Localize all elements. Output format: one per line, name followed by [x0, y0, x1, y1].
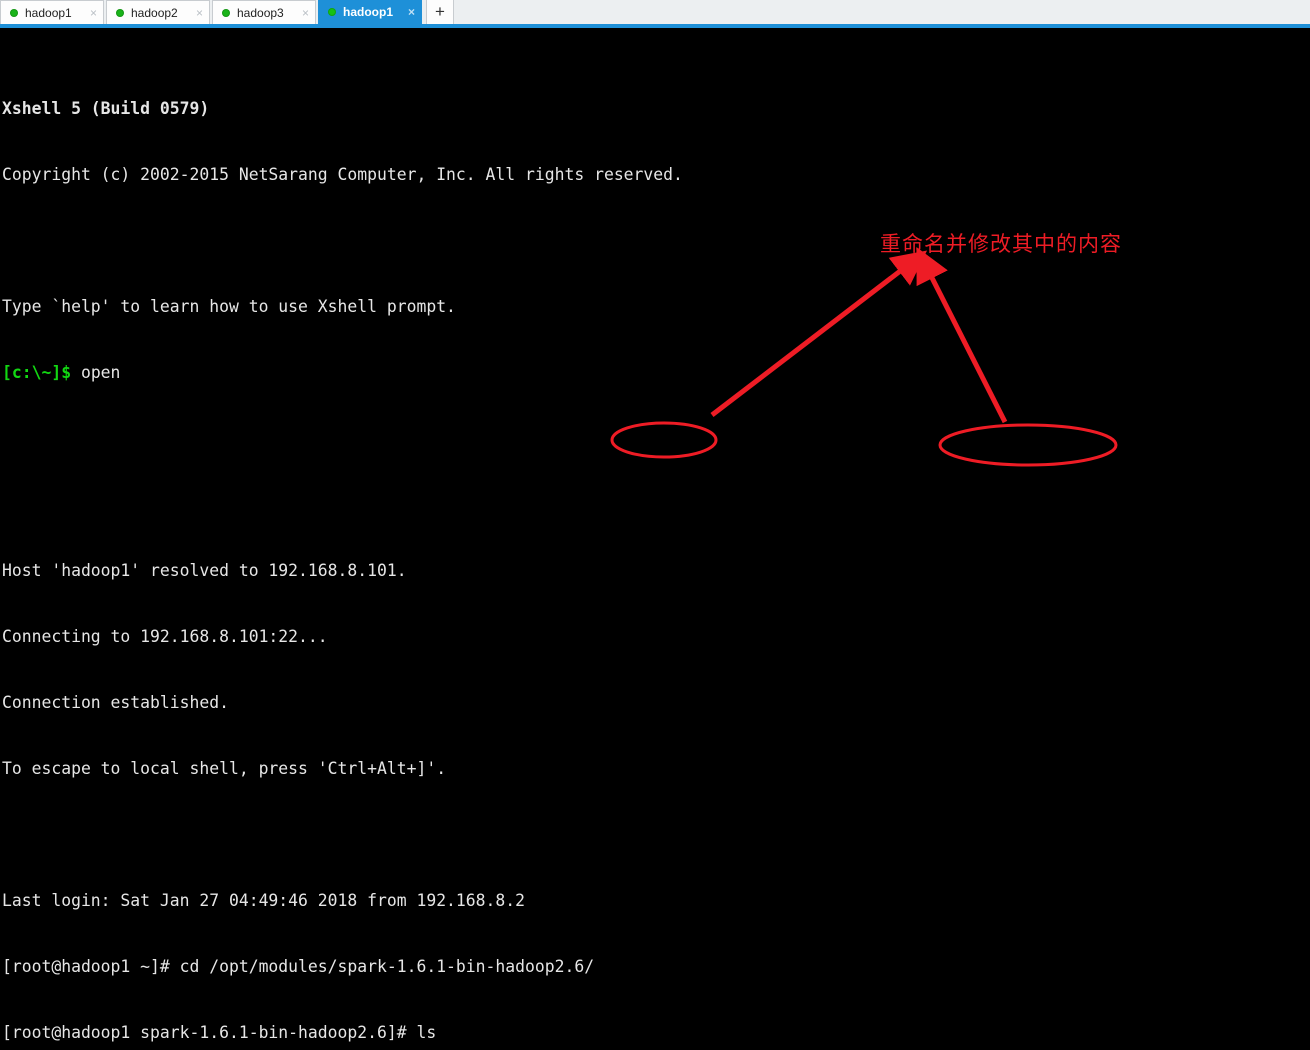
tab-label: hadoop2	[131, 5, 178, 20]
terminal-output[interactable]: Xshell 5 (Build 0579) Copyright (c) 2002…	[0, 28, 1310, 1042]
local-command: open	[71, 363, 121, 382]
tab-hadoop2[interactable]: hadoop2 ×	[106, 0, 210, 24]
terminal-line-escape-hint: To escape to local shell, press 'Ctrl+Al…	[2, 759, 447, 778]
tab-label: hadoop1	[343, 4, 393, 19]
terminal-line-banner: Xshell 5 (Build 0579)	[2, 99, 210, 118]
close-icon[interactable]: ×	[90, 7, 97, 19]
connection-status-dot-icon	[10, 8, 18, 17]
connection-status-dot-icon	[116, 8, 124, 17]
terminal-line-local-prompt: [c:\~]$ open	[2, 362, 1310, 384]
shell-command: ls	[416, 1023, 437, 1042]
tab-hadoop1-1[interactable]: hadoop1 ×	[0, 0, 104, 24]
close-icon[interactable]: ×	[196, 7, 203, 19]
terminal-line-cd-spark: [root@hadoop1 ~]# cd /opt/modules/spark-…	[2, 956, 1310, 978]
connection-status-dot-icon	[328, 7, 336, 16]
new-tab-button[interactable]: +	[426, 0, 454, 24]
terminal-line-copyright: Copyright (c) 2002-2015 NetSarang Comput…	[2, 165, 683, 184]
terminal-line-help-hint: Type `help' to learn how to use Xshell p…	[2, 297, 456, 316]
annotation-note-text: 重命名并修改其中的内容	[880, 232, 1122, 256]
close-icon[interactable]: ×	[302, 7, 309, 19]
terminal-line-connection-established: Connection established.	[2, 693, 229, 712]
connection-status-dot-icon	[222, 8, 230, 17]
shell-prompt: [root@hadoop1 ~]#	[2, 957, 180, 976]
terminal-line-last-login: Last login: Sat Jan 27 04:49:46 2018 fro…	[2, 891, 526, 910]
tab-hadoop1-2-active[interactable]: hadoop1 ×	[318, 0, 422, 24]
tab-label: hadoop3	[237, 5, 284, 20]
close-icon[interactable]: ×	[408, 6, 415, 18]
tab-label: hadoop1	[25, 5, 72, 20]
tab-bar: hadoop1 × hadoop2 × hadoop3 × hadoop1 × …	[0, 0, 1310, 28]
tab-hadoop3[interactable]: hadoop3 ×	[212, 0, 316, 24]
local-prompt: [c:\~]$	[2, 363, 72, 382]
terminal-line-ls-spark: [root@hadoop1 spark-1.6.1-bin-hadoop2.6]…	[2, 1022, 1310, 1044]
terminal-line-connecting: Connecting to 192.168.8.101:22...	[2, 627, 328, 646]
terminal-line-host-resolved: Host 'hadoop1' resolved to 192.168.8.101…	[2, 561, 407, 580]
shell-prompt: [root@hadoop1 spark-1.6.1-bin-hadoop2.6]…	[2, 1023, 417, 1042]
shell-command: cd /opt/modules/spark-1.6.1-bin-hadoop2.…	[179, 957, 595, 976]
